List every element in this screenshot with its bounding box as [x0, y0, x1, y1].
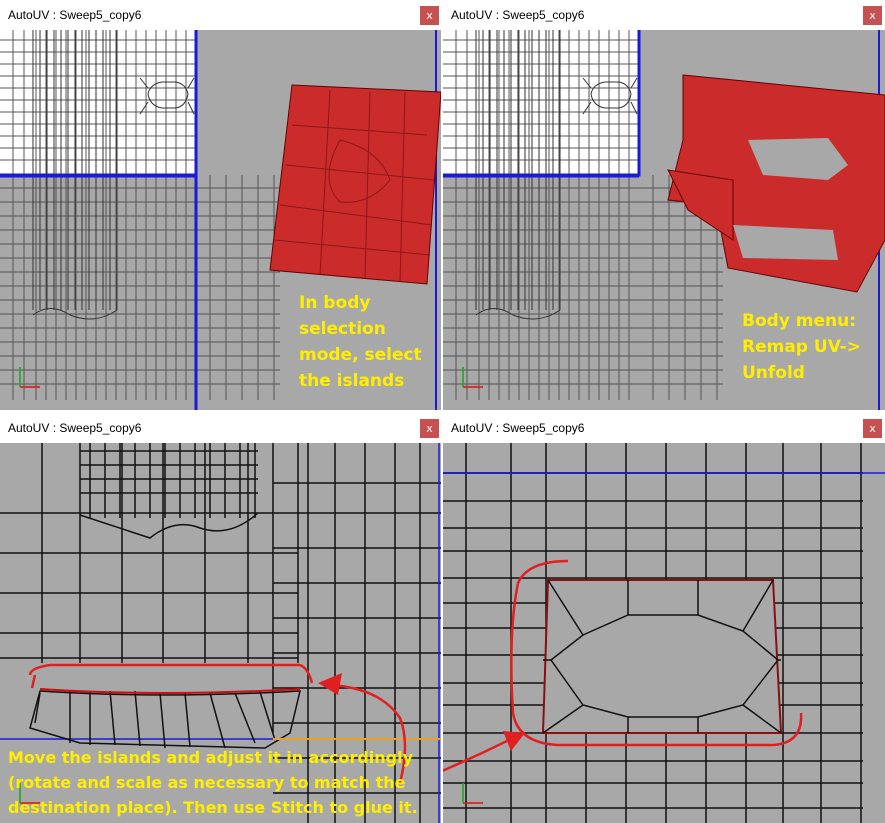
- annotation-text: Move the islands and adjust it in accord…: [8, 748, 418, 817]
- autouv-window-top-left: AutoUV : Sweep5_copy6 x In body selectio…: [0, 0, 441, 410]
- title-bar[interactable]: AutoUV : Sweep5_copy6 x: [443, 413, 885, 443]
- pane-separator-horizontal: [0, 410, 885, 413]
- annotation-text: In body selection mode, select the islan…: [299, 293, 422, 391]
- close-button[interactable]: x: [420, 419, 439, 438]
- uv-viewport[interactable]: Move the islands and adjust it in accord…: [0, 443, 441, 823]
- annotation-text: Body menu: Remap UV-> Unfold: [742, 311, 861, 383]
- autouv-window-bottom-left: AutoUV : Sweep5_copy6 x Move the islands…: [0, 413, 441, 823]
- window-title: AutoUV : Sweep5_copy6: [8, 421, 142, 435]
- target-hole-island[interactable]: [541, 579, 783, 734]
- uv-canvas: [443, 443, 885, 823]
- close-button[interactable]: x: [420, 6, 439, 25]
- title-bar[interactable]: AutoUV : Sweep5_copy6 x: [0, 0, 441, 30]
- uv-viewport[interactable]: In body selection mode, select the islan…: [0, 30, 441, 410]
- uv-viewport[interactable]: [443, 443, 885, 823]
- title-bar[interactable]: AutoUV : Sweep5_copy6 x: [0, 413, 441, 443]
- close-button[interactable]: x: [863, 419, 882, 438]
- window-title: AutoUV : Sweep5_copy6: [8, 8, 142, 22]
- selected-island[interactable]: [269, 84, 441, 285]
- window-title: AutoUV : Sweep5_copy6: [451, 421, 585, 435]
- uv-column-strip: [79, 443, 259, 539]
- autouv-window-top-right: AutoUV : Sweep5_copy6 x Body menu: Remap…: [443, 0, 885, 410]
- window-title: AutoUV : Sweep5_copy6: [451, 8, 585, 22]
- autouv-window-bottom-right: AutoUV : Sweep5_copy6 x: [443, 413, 885, 823]
- close-button[interactable]: x: [863, 6, 882, 25]
- uv-viewport[interactable]: Body menu: Remap UV-> Unfold: [443, 30, 885, 410]
- title-bar[interactable]: AutoUV : Sweep5_copy6 x: [443, 0, 885, 30]
